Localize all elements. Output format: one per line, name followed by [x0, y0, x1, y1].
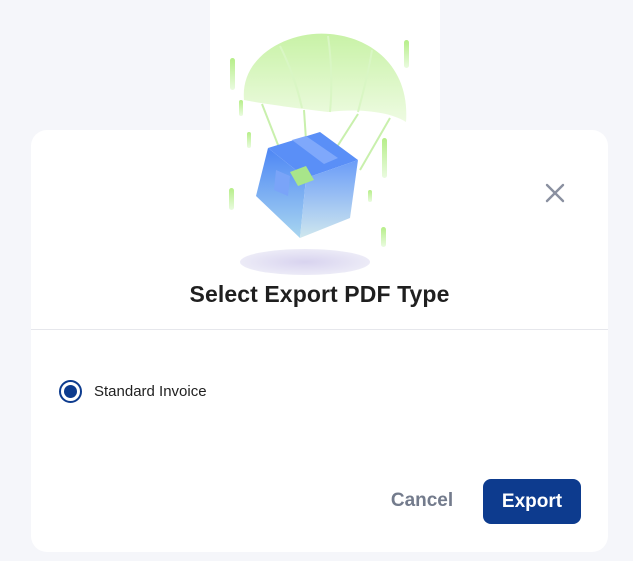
- radio-button[interactable]: [59, 379, 82, 403]
- parachute-package-svg: [210, 0, 440, 275]
- radio-selected-dot: [64, 384, 77, 398]
- close-icon: [545, 183, 565, 203]
- cancel-button[interactable]: Cancel: [378, 480, 466, 522]
- dialog-title: Select Export PDF Type: [189, 281, 450, 307]
- parachute-package-illustration: [210, 0, 440, 280]
- radio-option-label: Standard Invoice: [94, 382, 207, 400]
- close-button[interactable]: [540, 178, 570, 208]
- export-button[interactable]: Export: [483, 479, 581, 524]
- divider: [31, 329, 608, 330]
- radio-option-standard-invoice[interactable]: Standard Invoice: [59, 378, 207, 404]
- page: Select Export PDF Type Standard Invoice …: [0, 0, 633, 561]
